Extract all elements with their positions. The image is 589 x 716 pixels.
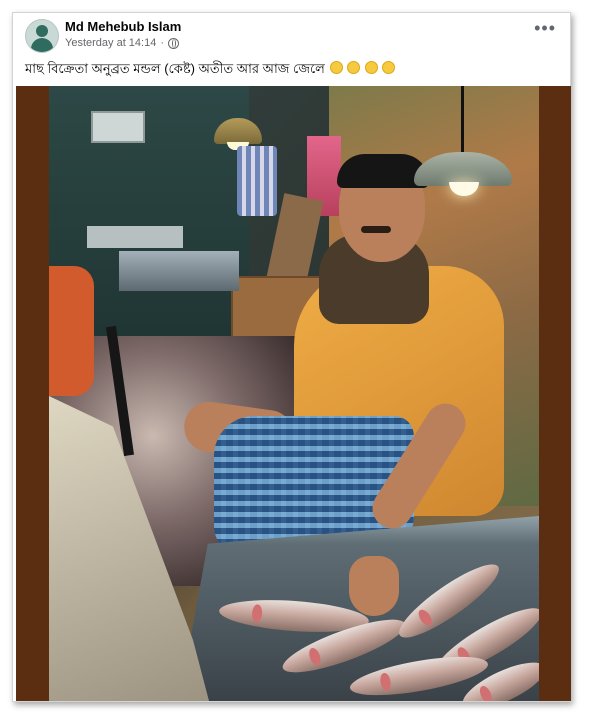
lamp-cord [461, 86, 464, 156]
post-meta: Yesterday at 14:14 · [65, 37, 180, 49]
crying-face-icon [382, 61, 396, 74]
post-header: Md Mehebub Islam Yesterday at 14:14 · ••… [13, 13, 570, 89]
photo-image [49, 86, 539, 701]
more-options-button[interactable]: ••• [534, 19, 556, 37]
author-avatar[interactable] [25, 19, 59, 53]
avatar-body-shape [31, 38, 53, 52]
customer-arm [49, 266, 94, 396]
seller-moustache [361, 226, 391, 233]
hanging-cloth [237, 146, 277, 216]
globe-icon [168, 37, 180, 49]
slightly-smiling-face-icon [347, 61, 361, 74]
avatar-head-shape [36, 25, 48, 37]
slightly-smiling-face-icon [329, 61, 343, 74]
seller-hand [349, 556, 399, 616]
fish-tray-left [119, 251, 239, 291]
weighing-scale [91, 111, 145, 143]
caption-text: মাছ বিক্রেতা অনুব্রত মন্ডল (কেষ্ট) অতীত … [25, 61, 325, 76]
post-photo[interactable] [16, 86, 571, 701]
post-timestamp[interactable]: Yesterday at 14:14 [65, 37, 156, 49]
author-name[interactable]: Md Mehebub Islam [65, 19, 181, 34]
crying-face-icon [364, 61, 378, 74]
scale-tray [87, 226, 183, 248]
facebook-post-card: Md Mehebub Islam Yesterday at 14:14 · ••… [12, 12, 571, 702]
meta-separator: · [160, 37, 165, 49]
post-caption: মাছ বিক্রেতা অনুব্রত মন্ডল (কেষ্ট) অতীত … [25, 60, 558, 81]
